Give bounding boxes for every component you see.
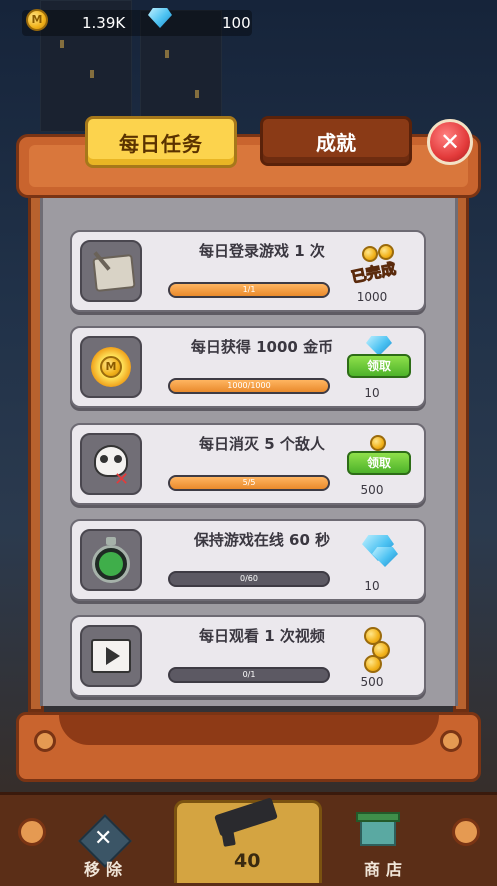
panel-rivet <box>440 730 462 752</box>
task-progress-text: 1000/1000 <box>227 381 271 390</box>
task-card: 保持游戏在线 60 秒 0/60 10 <box>70 519 426 601</box>
task-title: 每日观看 1 次视频 <box>199 627 325 645</box>
stopwatch-icon <box>80 529 142 591</box>
sun-coin-icon: M <box>80 336 142 398</box>
panel-footer <box>16 712 481 782</box>
task-progress-bar: 0/1 <box>168 667 330 683</box>
task-title: 保持游戏在线 60 秒 <box>193 531 331 549</box>
task-progress-text: 0/60 <box>240 574 258 583</box>
video-icon <box>80 625 142 687</box>
building-window <box>90 70 94 78</box>
remove-icon: ✕ <box>94 826 113 851</box>
currency-bar <box>22 10 252 36</box>
task-progress-bar: 5/5 <box>168 475 330 491</box>
task-title: 每日获得 1000 金币 <box>190 338 334 356</box>
tab-achievements[interactable]: 成就 <box>260 116 412 166</box>
building-window <box>165 50 169 58</box>
close-button[interactable]: ✕ <box>427 119 473 165</box>
scroll-icon <box>80 240 142 302</box>
task-reward: 1000 <box>356 290 388 304</box>
close-icon: ✕ <box>439 128 461 156</box>
task-reward: 10 <box>364 579 380 593</box>
coin-balance: 1.39K <box>82 14 126 32</box>
nav-rivet <box>18 818 46 846</box>
gun-count: 40 <box>234 850 261 872</box>
claim-button[interactable]: 领取 <box>347 354 411 378</box>
task-reward: 500 <box>360 483 384 497</box>
panel-rivet <box>34 730 56 752</box>
shop-label: 商店 <box>364 860 409 879</box>
building-window <box>60 40 64 48</box>
coin-reward-icon <box>364 655 382 673</box>
gem-reward-icon <box>372 547 398 567</box>
skull-icon: ✕ <box>80 433 142 495</box>
claim-button[interactable]: 领取 <box>347 451 411 475</box>
coin-icon: M <box>26 9 48 31</box>
task-progress-bar: 1000/1000 <box>168 378 330 394</box>
task-progress-bar: 1/1 <box>168 282 330 298</box>
remove-label: 移除 <box>84 860 129 879</box>
task-progress-text: 0/1 <box>242 670 256 679</box>
coin-reward-icon <box>370 435 386 451</box>
task-card: M 每日获得 1000 金币 1000/1000 领取 10 <box>70 326 426 408</box>
gem-reward-icon <box>366 336 392 356</box>
task-card: 每日登录游戏 1 次 1/1 已完成 1000 <box>70 230 426 312</box>
task-title: 每日登录游戏 1 次 <box>199 242 325 260</box>
completed-stamp: 已完成 <box>349 259 398 287</box>
shop-icon <box>356 812 400 822</box>
task-reward: 500 <box>360 675 384 689</box>
gem-balance: 100 <box>222 14 251 32</box>
task-progress-text: 5/5 <box>242 478 256 487</box>
task-progress-bar: 0/60 <box>168 571 330 587</box>
task-card: 每日观看 1 次视频 0/1 500 <box>70 615 426 697</box>
coin-reward-icon <box>362 246 378 262</box>
task-title: 每日消灭 5 个敌人 <box>199 435 325 453</box>
task-reward: 10 <box>364 386 380 400</box>
task-card: ✕ 每日消灭 5 个敌人 5/5 领取 500 <box>70 423 426 505</box>
task-progress-text: 1/1 <box>242 285 256 294</box>
tab-daily-tasks[interactable]: 每日任务 <box>85 116 237 168</box>
building-window <box>195 90 199 98</box>
nav-rivet <box>452 818 480 846</box>
